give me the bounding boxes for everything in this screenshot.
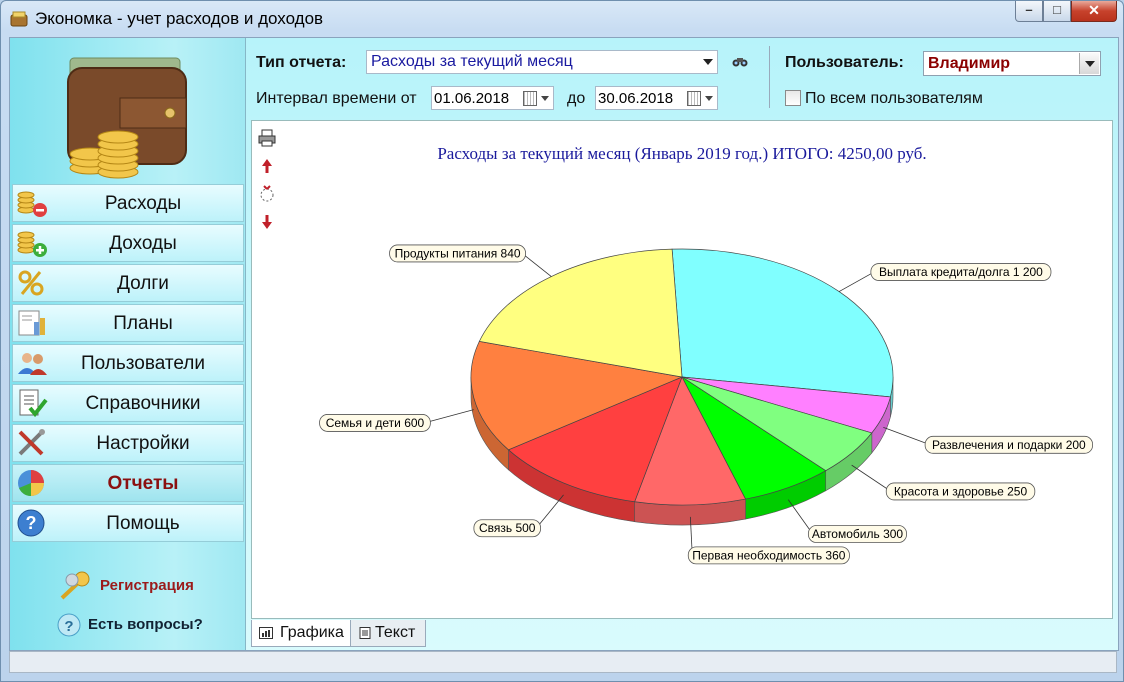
close-button[interactable]: ✕ (1071, 1, 1117, 22)
user-value: Владимир (928, 55, 1011, 72)
minimize-icon: – (1025, 2, 1033, 17)
status-bar (9, 651, 1117, 673)
client-area: Расходы Доходы Долги Планы Пользователи (9, 37, 1119, 651)
pie-slice-label: Продукты питания 840 (395, 246, 521, 260)
keys-icon (60, 571, 90, 600)
tab-label: Текст (375, 624, 416, 641)
sidebar-item-debts[interactable]: Долги (12, 264, 244, 302)
sidebar-item-references[interactable]: Справочники (12, 384, 244, 422)
pie-slice (671, 248, 894, 398)
sidebar-item-users[interactable]: Пользователи (12, 344, 244, 382)
sidebar-item-reports[interactable]: Отчеты (12, 464, 244, 502)
pie-tops (470, 248, 894, 506)
pie-leader-line (838, 271, 876, 292)
sidebar-item-help[interactable]: ? Помощь (12, 504, 244, 542)
sidebar-item-expenses[interactable]: Расходы (12, 184, 244, 222)
tab-label: Графика (280, 624, 344, 641)
maximize-button[interactable]: □ (1043, 1, 1071, 22)
chevron-down-icon[interactable] (1079, 53, 1099, 74)
date-from-value: 01.06.2018 (434, 90, 510, 107)
sidebar-item-label: Справочники (85, 393, 201, 414)
pie-slice-label: Красота и здоровье 250 (894, 484, 1028, 498)
pie-leader-line (521, 252, 552, 277)
title-bar[interactable]: Экономка - учет расходов и доходов – □ ✕ (1, 1, 1123, 37)
question-icon: ? (57, 613, 81, 637)
all-users-checkbox[interactable] (785, 90, 801, 106)
sidebar-item-label: Помощь (106, 513, 180, 534)
all-users-label: По всем пользователям (805, 90, 983, 107)
to-label: до (567, 90, 586, 107)
minimize-button[interactable]: – (1015, 1, 1043, 22)
sidebar-item-income[interactable]: Доходы (12, 224, 244, 262)
sidebar-item-label: Долги (117, 273, 169, 294)
sidebar-item-label: Настройки (96, 433, 190, 454)
registration-label: Регистрация (100, 577, 194, 594)
chevron-down-icon (705, 96, 713, 101)
date-from-field[interactable]: 01.06.2018 (431, 86, 554, 110)
sidebar-item-label: Отчеты (107, 473, 179, 494)
sidebar: Расходы Доходы Долги Планы Пользователи (10, 38, 246, 650)
divider (769, 46, 770, 108)
app-window: Экономка - учет расходов и доходов – □ ✕ (0, 0, 1124, 682)
sidebar-item-label: Планы (113, 313, 173, 334)
date-to-value: 30.06.2018 (598, 90, 674, 107)
pie-leader-line (883, 426, 930, 445)
pie-slice-label: Развлечения и подарки 200 (932, 438, 1086, 452)
pie-slice-label: Выплата кредита/долга 1 200 (879, 265, 1043, 279)
pie-leader-line (536, 494, 564, 529)
filter-bar: Тип отчета: Расходы за текущий месяц Инт… (246, 38, 1118, 118)
report-area: Расходы за текущий месяц (Январь 2019 го… (251, 120, 1113, 619)
calendar-icon (687, 91, 701, 106)
svg-text:?: ? (64, 618, 73, 635)
sidebar-item-settings[interactable]: Настройки (12, 424, 244, 462)
pie-slice-label: Семья и дети 600 (326, 416, 425, 430)
calendar-icon (523, 91, 537, 106)
close-icon: ✕ (1088, 2, 1100, 18)
chevron-down-icon (703, 59, 713, 65)
wallet-logo-icon (67, 57, 187, 179)
pie-leader-line (426, 409, 474, 423)
tab-graphics[interactable]: Графика (251, 620, 351, 647)
svg-text:?: ? (26, 513, 37, 533)
pie-slice-label: Первая необходимость 360 (692, 548, 846, 562)
sidebar-item-label: Расходы (104, 193, 182, 214)
questions-label: Есть вопросы? (88, 616, 203, 633)
date-to-field[interactable]: 30.06.2018 (595, 86, 718, 110)
sidebar-nav: Расходы Доходы Долги Планы Пользователи (12, 184, 244, 544)
app-icon (10, 11, 28, 27)
maximize-icon: □ (1053, 2, 1061, 17)
report-type-label: Тип отчета: (256, 54, 347, 71)
pie-leader-line (787, 499, 813, 534)
chevron-down-icon (541, 96, 549, 101)
document-tab-icon (359, 627, 371, 639)
main-panel: Тип отчета: Расходы за текущий месяц Инт… (246, 38, 1118, 650)
pie-leader-line (851, 464, 891, 492)
chart-tab-icon (259, 627, 273, 639)
user-select[interactable]: Владимир (923, 51, 1101, 76)
pie-slice-label: Связь 500 (479, 521, 536, 535)
binoculars-icon[interactable] (732, 54, 748, 68)
report-type-select[interactable]: Расходы за текущий месяц (366, 50, 718, 74)
pie-slice-label: Автомобиль 300 (812, 527, 904, 541)
user-label: Пользователь: (785, 54, 904, 71)
tab-text[interactable]: Текст (350, 620, 426, 647)
interval-label: Интервал времени от (256, 90, 417, 107)
caption-buttons: – □ ✕ (1015, 1, 1117, 23)
report-type-value: Расходы за текущий месяц (371, 53, 573, 70)
pie-chart: Выплата кредита/долга 1 200 Развлечения и… (319, 244, 1094, 565)
window-title: Экономка - учет расходов и доходов (35, 9, 324, 28)
sidebar-item-label: Доходы (109, 233, 177, 254)
sidebar-item-label: Пользователи (80, 353, 205, 374)
sidebar-item-plans[interactable]: Планы (12, 304, 244, 342)
